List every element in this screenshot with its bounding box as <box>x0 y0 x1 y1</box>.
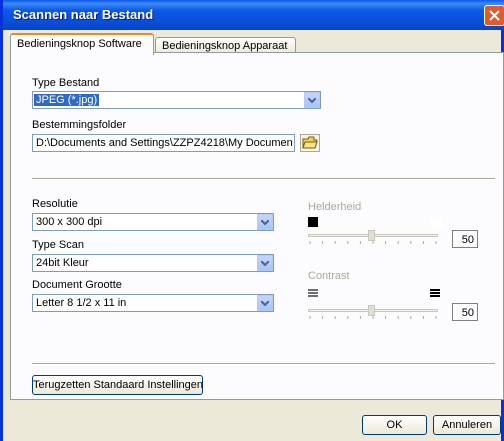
scan-type-label: Type Scan <box>32 239 84 251</box>
file-type-label: Type Bestand <box>32 77 100 89</box>
contrast-value: 50 <box>452 303 478 321</box>
file-type-value: JPEG (*.jpg) <box>34 94 100 106</box>
tab-apparaat-label: Bedieningsknop Apparaat <box>162 40 288 52</box>
file-type-select[interactable]: JPEG (*.jpg) <box>32 91 321 109</box>
doc-size-value: Letter 8 1/2 x 11 in <box>36 297 127 309</box>
resolution-label: Resolutie <box>32 198 78 210</box>
tab-software-label: Bedieningsknop Software <box>17 38 142 50</box>
separator-bottom <box>32 363 495 365</box>
ok-button[interactable]: OK <box>362 415 427 435</box>
contrast-ticks <box>309 316 437 319</box>
contrast-high-icon <box>430 289 440 297</box>
folder-icon <box>302 136 318 149</box>
contrast-low-icon <box>308 289 318 297</box>
brightness-ticks <box>309 241 437 244</box>
brightness-label: Helderheid <box>308 201 362 213</box>
file-type-dropdown-button[interactable] <box>304 92 320 108</box>
scan-type-select[interactable]: 24bit Kleur <box>32 254 274 272</box>
window-title: Scannen naar Bestand <box>13 7 154 22</box>
browse-folder-button[interactable] <box>300 134 320 152</box>
chevron-down-icon <box>261 301 269 306</box>
destination-label: Bestemmingsfolder <box>32 119 127 131</box>
destination-input[interactable]: D:\Documents and Settings\ZZPZ4218\My Do… <box>32 134 295 152</box>
tab-panel: Type Bestand JPEG (*.jpg) Bestemmingsfol… <box>10 52 504 400</box>
chevron-down-icon <box>308 98 316 103</box>
contrast-label: Contrast <box>308 270 350 282</box>
reset-defaults-button[interactable]: Terugzetten Standaard Instellingen <box>32 375 203 395</box>
separator-top <box>32 178 495 180</box>
resolution-value: 300 x 300 dpi <box>36 216 103 228</box>
brightness-light-icon <box>431 217 443 229</box>
chevron-down-icon <box>261 220 269 225</box>
doc-size-dropdown-button[interactable] <box>257 295 273 311</box>
doc-size-select[interactable]: Letter 8 1/2 x 11 in <box>32 294 274 312</box>
close-button[interactable] <box>484 5 504 26</box>
brightness-value: 50 <box>452 230 478 248</box>
scan-type-value: 24bit Kleur <box>36 257 89 269</box>
cancel-button[interactable]: Annuleren <box>433 415 501 435</box>
close-icon <box>489 10 500 21</box>
title-bar[interactable]: Scannen naar Bestand <box>3 0 504 30</box>
resolution-select[interactable]: 300 x 300 dpi <box>32 213 274 231</box>
contrast-slider-thumb[interactable] <box>368 305 375 316</box>
brightness-dark-icon <box>308 217 318 227</box>
scan-type-dropdown-button[interactable] <box>257 255 273 271</box>
tab-software[interactable]: Bedieningsknop Software <box>10 33 154 55</box>
chevron-down-icon <box>261 261 269 266</box>
doc-size-label: Document Grootte <box>32 279 122 291</box>
resolution-dropdown-button[interactable] <box>257 214 273 230</box>
brightness-slider-thumb[interactable] <box>368 230 375 241</box>
destination-value: D:\Documents and Settings\ZZPZ4218\My Do… <box>36 137 293 149</box>
